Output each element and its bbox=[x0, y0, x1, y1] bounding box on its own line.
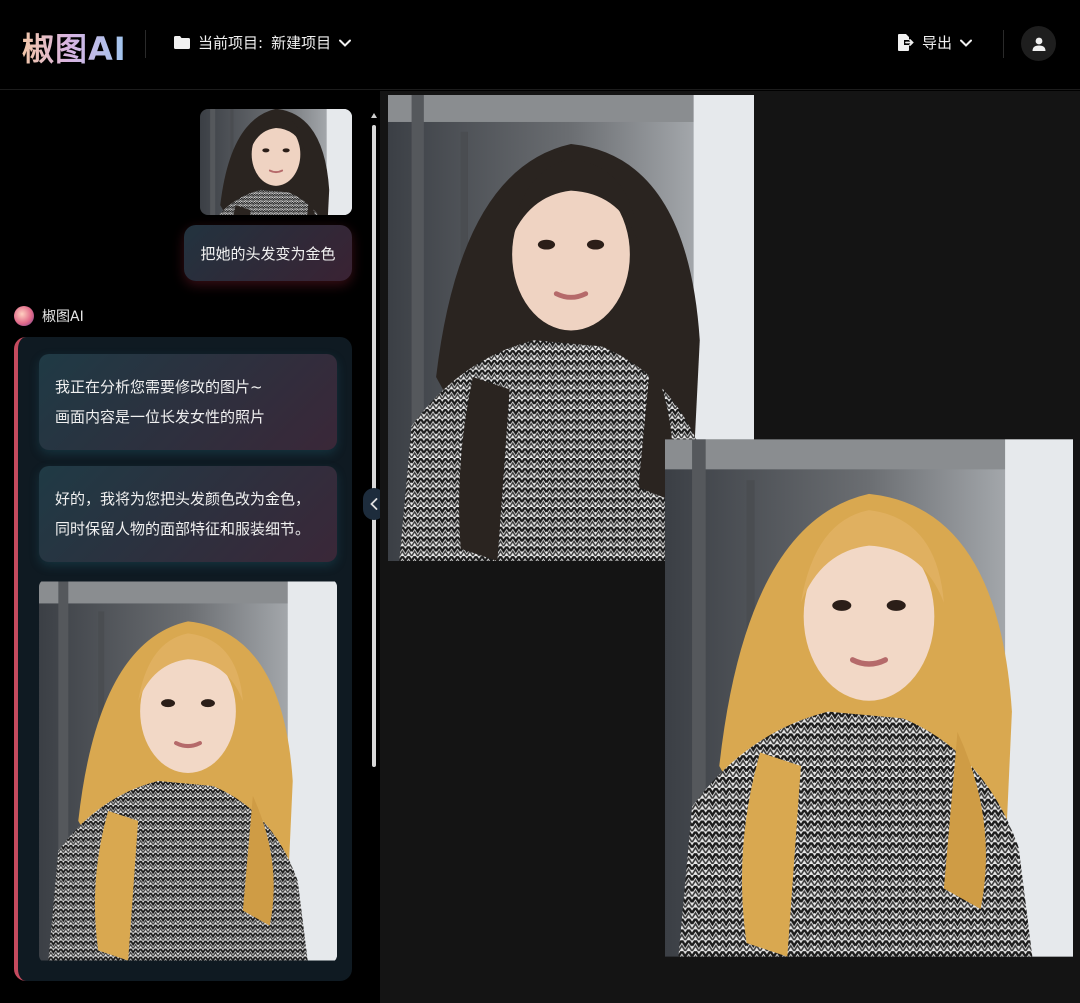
folder-icon bbox=[174, 36, 190, 49]
uploaded-image-thumbnail[interactable] bbox=[200, 109, 352, 215]
header-divider bbox=[1003, 30, 1004, 58]
chat-panel: 把她的头发变为金色 椒图AI 我正在分析您需要修改的图片~ 画面内容是一位长发女… bbox=[0, 91, 380, 1003]
project-selector[interactable]: 当前项目: 新建项目 bbox=[174, 32, 352, 53]
image-canvas[interactable] bbox=[380, 91, 1080, 1003]
chevron-left-icon bbox=[370, 495, 378, 514]
user-icon bbox=[1032, 37, 1046, 51]
scroll-up-arrow[interactable] bbox=[371, 113, 377, 118]
header-divider bbox=[145, 30, 146, 58]
ai-sender-name: 椒图AI bbox=[42, 309, 84, 325]
app-logo[interactable]: 椒图AI bbox=[22, 24, 127, 70]
ai-message-bubble: 好的，我将为您把头发颜色改为金色， 同时保留人物的面部特征和服装细节。 bbox=[39, 466, 337, 562]
export-label: 导出 bbox=[922, 34, 953, 52]
ai-result-image[interactable] bbox=[39, 579, 337, 963]
canvas-edited-image[interactable] bbox=[665, 436, 1073, 960]
ai-message-line: 我正在分析您需要修改的图片~ bbox=[55, 378, 263, 396]
top-bar: 椒图AI 当前项目: 新建项目 导出 bbox=[0, 0, 1080, 90]
project-name: 新建项目 bbox=[271, 34, 332, 52]
ai-avatar bbox=[14, 306, 34, 326]
ai-response-card: 我正在分析您需要修改的图片~ 画面内容是一位长发女性的照片 好的，我将为您把头发… bbox=[14, 337, 352, 981]
ai-message-bubble: 我正在分析您需要修改的图片~ 画面内容是一位长发女性的照片 bbox=[39, 354, 337, 450]
ai-message-line: 同时保留人物的面部特征和服装细节。 bbox=[55, 520, 311, 538]
ai-message-line: 画面内容是一位长发女性的照片 bbox=[55, 408, 266, 426]
user-message-text: 把她的头发变为金色 bbox=[200, 244, 336, 263]
user-message-bubble: 把她的头发变为金色 bbox=[184, 225, 352, 281]
chevron-down-icon bbox=[339, 39, 352, 47]
ai-message-line: 好的，我将为您把头发颜色改为金色， bbox=[55, 490, 311, 508]
export-icon bbox=[898, 34, 914, 51]
export-button[interactable]: 导出 bbox=[898, 32, 973, 53]
chevron-down-icon bbox=[960, 39, 973, 47]
ai-sender-header: 椒图AI bbox=[14, 306, 84, 326]
project-label: 当前项目: bbox=[198, 34, 264, 52]
user-avatar-button[interactable] bbox=[1021, 26, 1056, 61]
scrollbar-thumb[interactable] bbox=[372, 125, 376, 767]
